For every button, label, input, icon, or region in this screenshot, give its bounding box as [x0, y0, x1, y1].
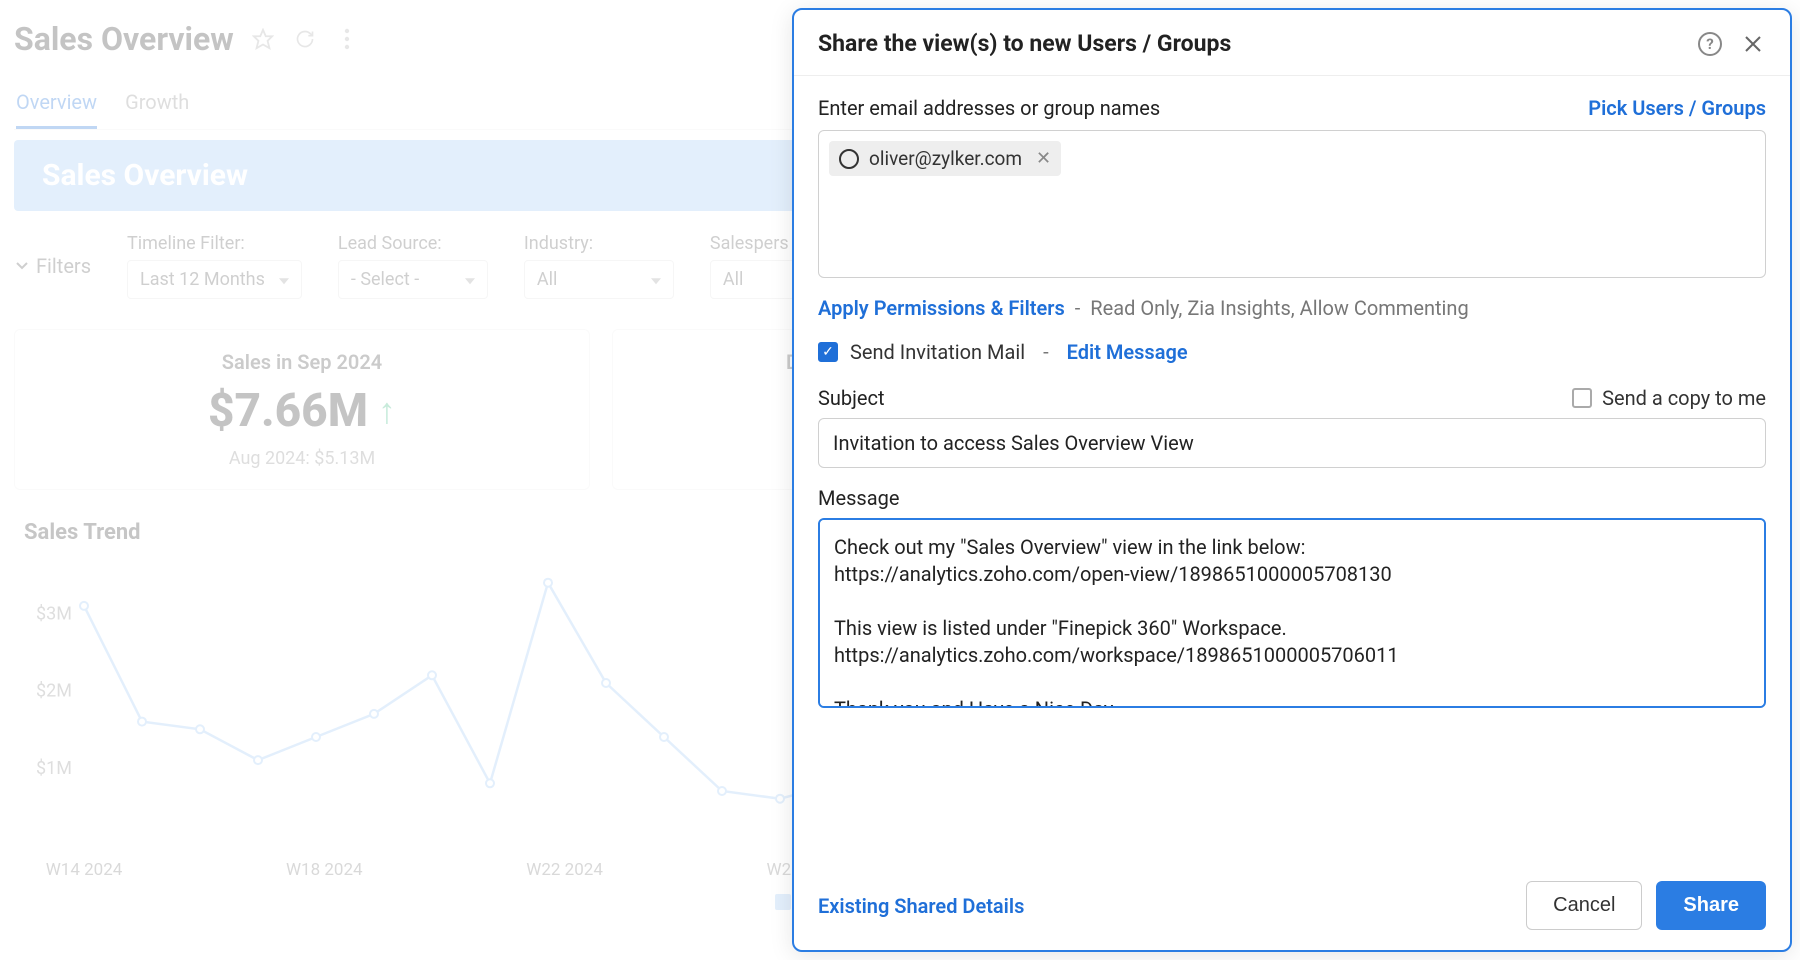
email-chip: oliver@zylker.com ✕ [829, 141, 1061, 176]
email-label: Enter email addresses or group names [818, 96, 1160, 120]
permissions-description: Read Only, Zia Insights, Allow Commentin… [1090, 296, 1468, 320]
share-modal: Share the view(s) to new Users / Groups … [792, 8, 1792, 952]
email-input-box[interactable]: oliver@zylker.com ✕ [818, 130, 1766, 278]
send-invitation-label: Send Invitation Mail [850, 340, 1025, 364]
send-copy-label: Send a copy to me [1602, 386, 1766, 410]
existing-shared-link[interactable]: Existing Shared Details [818, 894, 1024, 918]
chip-remove-icon[interactable]: ✕ [1036, 148, 1051, 169]
help-icon[interactable]: ? [1698, 32, 1722, 56]
message-textarea[interactable] [818, 518, 1766, 708]
modal-header: Share the view(s) to new Users / Groups … [794, 10, 1790, 76]
apply-permissions-link[interactable]: Apply Permissions & Filters [818, 296, 1065, 320]
share-button[interactable]: Share [1656, 881, 1766, 930]
send-copy-checkbox[interactable]: ✓ [1572, 388, 1592, 408]
modal-body: Enter email addresses or group names Pic… [794, 76, 1790, 861]
avatar-icon [839, 149, 859, 169]
pick-users-link[interactable]: Pick Users / Groups [1588, 96, 1766, 120]
modal-footer: Existing Shared Details Cancel Share [794, 861, 1790, 950]
separator: - [1075, 296, 1081, 320]
modal-title: Share the view(s) to new Users / Groups [818, 30, 1231, 57]
edit-message-link[interactable]: Edit Message [1067, 340, 1188, 364]
email-chip-text: oliver@zylker.com [869, 147, 1022, 170]
message-label: Message [818, 486, 1766, 510]
close-icon[interactable] [1740, 31, 1766, 57]
cancel-button[interactable]: Cancel [1526, 881, 1642, 930]
separator: - [1043, 340, 1049, 364]
subject-label: Subject [818, 386, 885, 410]
send-invitation-checkbox[interactable]: ✓ [818, 342, 838, 362]
subject-input[interactable] [818, 418, 1766, 468]
